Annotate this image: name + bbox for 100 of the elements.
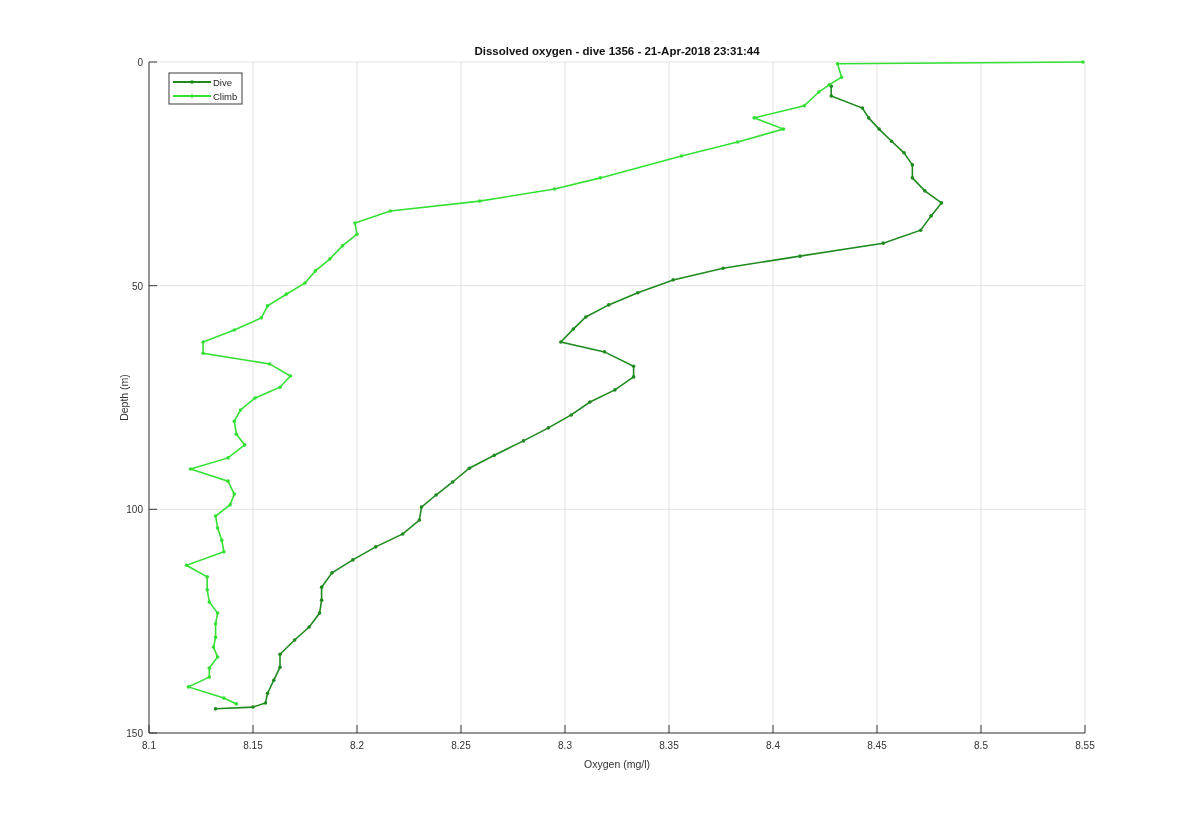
- data-point: [303, 281, 307, 285]
- tick-label: 0: [137, 57, 143, 68]
- data-point: [434, 493, 438, 497]
- data-point: [477, 199, 482, 203]
- data-point: [829, 94, 834, 98]
- data-point: [188, 467, 193, 471]
- data-point: [222, 696, 226, 700]
- data-point: [450, 480, 455, 484]
- data-point: [201, 340, 205, 344]
- data-point: [226, 456, 230, 460]
- legend-swatch: [172, 80, 212, 84]
- data-point: [902, 151, 906, 155]
- data-point: [226, 479, 230, 483]
- data-point: [242, 443, 247, 447]
- data-point: [521, 439, 526, 443]
- data-point: [278, 385, 282, 389]
- data-point: [679, 154, 684, 158]
- legend-swatch: [172, 94, 212, 98]
- data-point: [419, 505, 424, 509]
- data-point: [265, 304, 270, 308]
- data-point: [284, 292, 289, 296]
- data-point: [253, 396, 257, 400]
- data-point: [184, 563, 189, 568]
- data-point: [388, 209, 393, 213]
- data-point: [923, 189, 927, 193]
- data-point: [910, 176, 915, 180]
- data-point: [328, 257, 332, 261]
- data-point: [781, 127, 786, 131]
- data-point: [205, 575, 210, 579]
- data-point: [186, 685, 191, 689]
- data-point: [353, 221, 357, 225]
- tick-label: 100: [126, 504, 143, 516]
- data-point: [288, 374, 293, 378]
- data-point: [278, 665, 282, 670]
- data-point: [839, 75, 844, 79]
- data-point: [213, 514, 218, 518]
- data-point: [267, 362, 272, 366]
- tick-label: 8.4: [766, 740, 780, 751]
- tick-label: 8.35: [659, 740, 679, 751]
- data-point: [313, 269, 318, 273]
- data-point: [319, 585, 324, 589]
- data-point: [307, 625, 311, 629]
- legend-label: Dive: [213, 76, 232, 88]
- chart-title: Dissolved oxygen - dive 1356 - 21-Apr-2018 23:31:44: [474, 45, 760, 57]
- legend-label: Climb: [213, 90, 238, 102]
- data-point: [232, 328, 237, 332]
- data-point: [259, 316, 264, 320]
- data-point: [613, 388, 617, 392]
- data-point: [939, 201, 944, 205]
- data-point: [816, 90, 821, 94]
- data-point: [910, 163, 915, 167]
- data-point: [215, 526, 220, 530]
- data-point: [866, 116, 871, 120]
- data-point: [220, 538, 224, 542]
- data-point: [213, 707, 218, 711]
- data-point: [238, 408, 243, 412]
- data-point: [207, 666, 212, 670]
- data-point: [798, 254, 802, 258]
- data-point: [207, 675, 212, 679]
- data-point: [877, 127, 881, 131]
- data-point: [492, 453, 497, 457]
- data-point: [631, 364, 636, 368]
- data-point: [278, 652, 282, 657]
- data-point: [330, 571, 334, 575]
- tick-label: 8.15: [243, 740, 263, 751]
- data-point: [752, 116, 757, 120]
- tick-label: 8.2: [350, 740, 364, 751]
- data-point: [417, 518, 422, 522]
- data-point: [263, 701, 268, 705]
- data-point: [215, 611, 220, 615]
- data-point: [400, 532, 405, 536]
- tick-label: 50: [131, 280, 143, 292]
- data-point: [251, 705, 255, 709]
- data-point: [552, 187, 557, 191]
- data-point: [889, 139, 894, 143]
- data-point: [929, 214, 933, 218]
- data-point: [546, 426, 551, 430]
- data-point: [735, 140, 740, 144]
- data-point: [234, 702, 239, 706]
- tick-label: 8.45: [867, 740, 887, 751]
- data-point: [373, 545, 378, 549]
- tick-label: 8.5: [974, 740, 988, 751]
- data-point: [860, 106, 865, 110]
- data-point: [671, 278, 675, 282]
- data-point: [631, 375, 636, 379]
- data-point: [918, 228, 923, 232]
- data-point: [207, 600, 212, 604]
- data-point: [721, 266, 725, 270]
- data-point: [340, 244, 345, 248]
- data-point: [602, 350, 607, 354]
- data-point: [319, 598, 324, 602]
- data-point: [201, 351, 205, 355]
- data-point: [588, 400, 592, 404]
- data-point: [636, 291, 640, 295]
- data-point: [571, 327, 576, 331]
- data-point: [351, 558, 355, 562]
- data-point: [272, 678, 276, 682]
- tick-label: 8.3: [558, 740, 572, 751]
- data-point: [881, 241, 886, 245]
- data-point: [355, 232, 359, 236]
